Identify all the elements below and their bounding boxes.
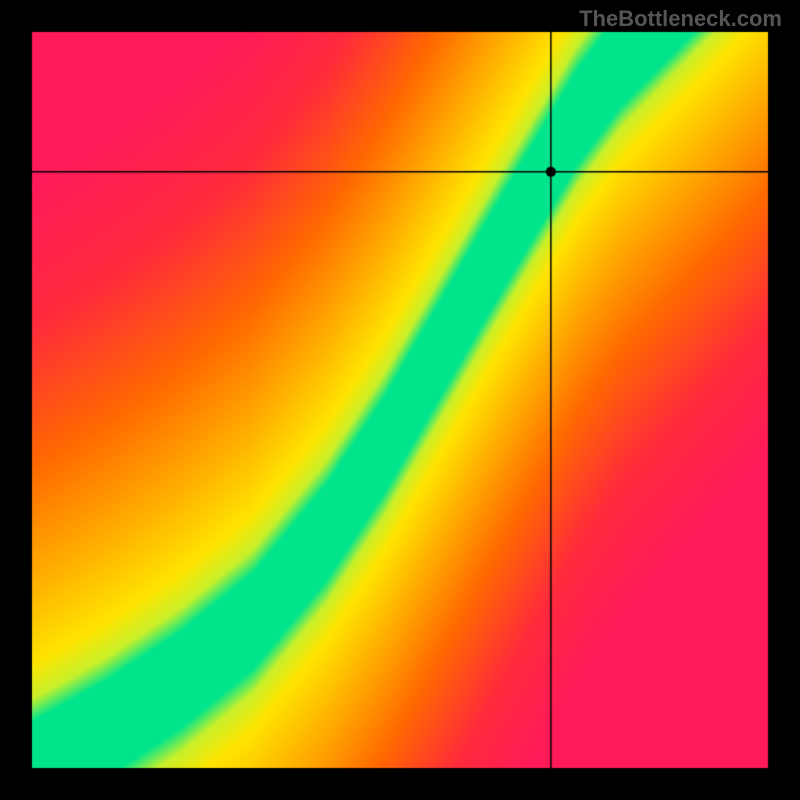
heatmap-canvas (0, 0, 800, 800)
watermark-text: TheBottleneck.com (579, 6, 782, 32)
bottleneck-heatmap-chart: TheBottleneck.com (0, 0, 800, 800)
